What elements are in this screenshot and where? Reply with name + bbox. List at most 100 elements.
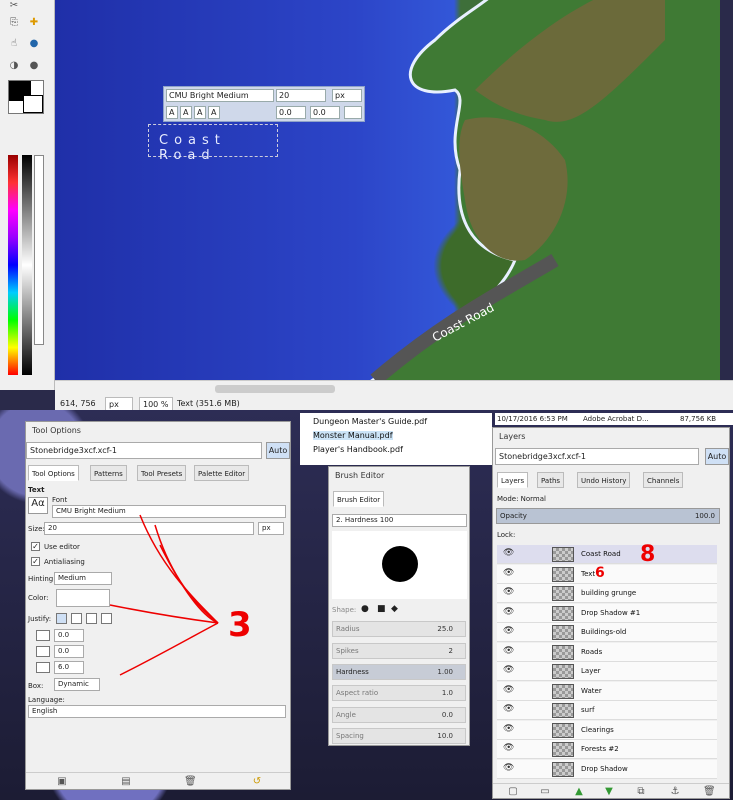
auto-button[interactable]: Auto [705, 448, 729, 465]
dodge-icon[interactable]: ◑ [8, 60, 20, 72]
gray-strip[interactable] [22, 155, 32, 375]
aspect-ratio-slider[interactable]: Aspect ratio 1.0 [332, 685, 466, 701]
brush-name-field[interactable]: 2. Hardness 100 [332, 514, 467, 527]
language-field[interactable]: English [28, 705, 286, 718]
layer-name[interactable]: Water [581, 687, 602, 695]
save-icon[interactable]: ▣ [56, 776, 68, 788]
antialiasing-checkbox[interactable]: ✓ [31, 557, 40, 566]
layer-row[interactable]: 👁 Drop Shadow #1 [497, 603, 717, 623]
fg-bg-colors[interactable] [8, 80, 44, 114]
layer-name[interactable]: Layer [581, 667, 601, 675]
font-icon[interactable]: Aα [28, 497, 48, 514]
layer-name[interactable]: building grunge [581, 589, 636, 597]
eye-icon[interactable]: 👁 [503, 724, 514, 734]
file-item[interactable]: Dungeon Master's Guide.pdf [313, 417, 427, 426]
layer-name[interactable]: Forests #2 [581, 745, 619, 753]
image-canvas[interactable]: Coast Road Coast Road [55, 0, 720, 380]
tab-tool-options[interactable]: Tool Options [28, 465, 79, 481]
radius-slider[interactable]: Radius 25.0 [332, 621, 466, 637]
horizontal-scrollbar[interactable] [215, 385, 335, 393]
channel-strip[interactable] [34, 155, 44, 345]
tab-paths[interactable]: Paths [537, 472, 565, 488]
file-item[interactable]: Player's Handbook.pdf [313, 445, 403, 454]
use-editor-checkbox[interactable]: ✓ [31, 542, 40, 551]
layer-name[interactable]: Coast Road [581, 550, 621, 558]
layer-name[interactable]: Text [581, 570, 595, 578]
justify-right-icon[interactable] [71, 613, 82, 624]
angle-slider[interactable]: Angle 0.0 [332, 707, 466, 723]
tab-layers[interactable]: Layers [497, 472, 529, 488]
eye-icon[interactable]: 👁 [503, 568, 514, 578]
box-select[interactable]: Dynamic [54, 678, 100, 691]
tab-undo-history[interactable]: Undo History [577, 472, 631, 488]
tab-palette-editor[interactable]: Palette Editor [194, 465, 250, 481]
underline-toggle[interactable]: A [194, 106, 206, 119]
eye-icon[interactable]: 👁 [503, 665, 514, 675]
layer-row[interactable]: 👁 Clearings [497, 720, 717, 740]
hardness-slider[interactable]: Hardness 1.00 [332, 664, 466, 680]
circle-shape-icon[interactable]: ● [361, 604, 369, 614]
delete-icon[interactable]: 🗑 [703, 786, 716, 798]
tab-brush-editor[interactable]: Brush Editor [333, 491, 385, 507]
text-box[interactable]: Coast Road [148, 124, 278, 163]
layer-name[interactable]: Buildings-old [581, 628, 626, 636]
text-color-swatch[interactable] [344, 106, 362, 119]
restore-icon[interactable]: ▤ [120, 776, 132, 788]
layer-name[interactable]: Drop Shadow [581, 765, 628, 773]
kerning-field[interactable]: 0.0 [310, 106, 340, 119]
strike-toggle[interactable]: A [208, 106, 220, 119]
italic-toggle[interactable]: A [180, 106, 192, 119]
duplicate-icon[interactable]: ⧉ [635, 786, 647, 798]
bomb-icon[interactable]: ● [28, 60, 40, 72]
layer-name[interactable]: Roads [581, 648, 602, 656]
lower-icon[interactable]: ▼ [603, 786, 615, 798]
clone-icon[interactable]: ⎘ [8, 17, 20, 29]
tab-channels[interactable]: Channels [643, 472, 684, 488]
eye-icon[interactable]: 👁 [503, 587, 514, 597]
eye-icon[interactable]: 👁 [503, 646, 514, 656]
eye-icon[interactable]: 👁 [503, 743, 514, 753]
layer-name[interactable]: Drop Shadow #1 [581, 609, 640, 617]
line-spacing-field[interactable]: 0.0 [54, 645, 84, 658]
layer-row[interactable]: 👁 surf [497, 701, 717, 720]
baseline-field[interactable]: 0.0 [276, 106, 306, 119]
eye-icon[interactable]: 👁 [503, 607, 514, 617]
letter-spacing-field[interactable]: 6.0 [54, 661, 84, 674]
spacing-slider[interactable]: Spacing 10.0 [332, 728, 466, 744]
layer-name[interactable]: surf [581, 706, 594, 714]
new-group-icon[interactable]: ▭ [539, 786, 551, 798]
eye-icon[interactable]: 👁 [503, 548, 514, 558]
reset-icon[interactable]: ↺ [251, 776, 263, 788]
eye-icon[interactable]: 👁 [503, 763, 514, 773]
drop-icon[interactable]: ● [28, 38, 40, 50]
eye-icon[interactable]: 👁 [503, 685, 514, 695]
new-layer-icon[interactable]: ▢ [507, 786, 519, 798]
size-field[interactable]: 20 [276, 89, 326, 102]
layer-row[interactable]: 👁 building grunge [497, 584, 717, 603]
diamond-shape-icon[interactable]: ◆ [391, 604, 398, 614]
layer-row[interactable]: 👁 Roads [497, 642, 717, 662]
heal-icon[interactable]: ✚ [28, 17, 40, 29]
justify-left-icon[interactable] [56, 613, 67, 624]
image-select[interactable]: Stonebridge3xcf.xcf-1 [26, 442, 262, 459]
text-box-content[interactable]: Coast Road [159, 133, 277, 163]
indent-field[interactable]: 0.0 [54, 629, 84, 642]
eye-icon[interactable]: 👁 [503, 626, 514, 636]
layer-row[interactable]: 👁 Water [497, 681, 717, 701]
tab-tool-presets[interactable]: Tool Presets [137, 465, 187, 481]
mode-select[interactable]: Mode: Normal [497, 495, 546, 503]
layer-row[interactable]: 👁 Text [497, 564, 717, 584]
scissors-icon[interactable]: ✂ [8, 0, 20, 12]
color-strip[interactable] [8, 155, 18, 375]
raise-icon[interactable]: ▲ [573, 786, 585, 798]
anchor-icon[interactable]: ⚓ [669, 786, 681, 798]
tab-patterns[interactable]: Patterns [90, 465, 127, 481]
layer-row[interactable]: 👁 Forests #2 [497, 740, 717, 759]
image-select[interactable]: Stonebridge3xcf.xcf-1 [495, 448, 699, 465]
delete-icon[interactable]: 🗑 [184, 776, 197, 788]
auto-button[interactable]: Auto [266, 442, 290, 459]
layer-row[interactable]: 👁 Coast Road [497, 545, 717, 564]
spikes-slider[interactable]: Spikes 2 [332, 643, 466, 659]
justify-center-icon[interactable] [86, 613, 97, 624]
layer-row[interactable]: 👁 Drop Shadow [497, 759, 717, 779]
